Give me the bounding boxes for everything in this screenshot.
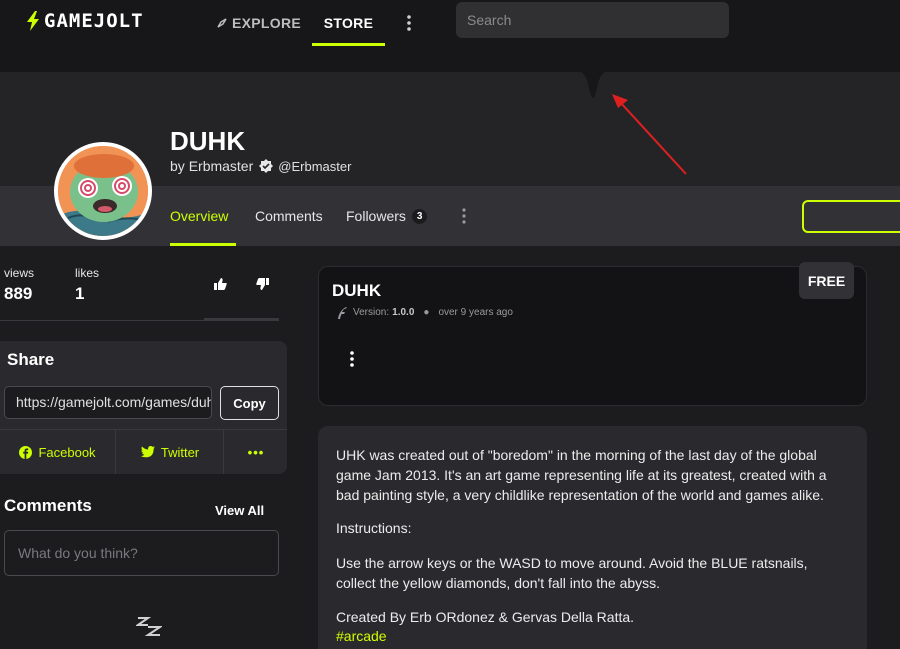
- version-value: 1.0.0: [392, 307, 415, 318]
- nav-more-button[interactable]: [403, 0, 415, 46]
- facebook-label: Facebook: [38, 444, 96, 460]
- share-title: Share: [7, 350, 55, 369]
- by-prefix: by: [170, 158, 185, 174]
- developer-name[interactable]: Erbmaster: [189, 158, 254, 174]
- sleeping-zz-icon: [136, 617, 162, 636]
- nav-explore[interactable]: EXPLORE: [216, 0, 301, 46]
- copy-button[interactable]: Copy: [220, 386, 279, 420]
- share-more-button[interactable]: •••: [225, 430, 287, 474]
- share-url-field[interactable]: https://gamejolt.com/games/duhk: [4, 386, 212, 419]
- verified-icon: [259, 159, 274, 173]
- comment-input[interactable]: [4, 530, 279, 576]
- tag-link[interactable]: #arcade: [336, 628, 387, 644]
- build-more-button[interactable]: [344, 348, 360, 370]
- share-twitter-button[interactable]: Twitter: [117, 430, 224, 474]
- dislike-button[interactable]: [248, 270, 276, 298]
- tab-followers-label: Followers: [346, 208, 406, 224]
- description-paragraph: Use the arrow keys or the WASD to move a…: [336, 555, 808, 591]
- dropdown-notch: [578, 70, 608, 98]
- build-age: over 9 years ago: [438, 307, 513, 318]
- followers-count-badge: 3: [411, 208, 428, 224]
- twitter-icon: [140, 446, 155, 458]
- nav-store[interactable]: STORE: [312, 0, 385, 46]
- game-avatar[interactable]: [54, 142, 152, 240]
- header-band: [0, 46, 900, 72]
- logo-text: GAMEJOLT: [44, 10, 144, 32]
- lightning-bolt-icon: [27, 11, 39, 31]
- version-label: Version:: [353, 307, 390, 318]
- build-meta: Version: 1.0.0 ● over 9 years ago: [336, 306, 513, 319]
- thumbs-down-icon: [255, 278, 269, 290]
- follow-button[interactable]: [802, 200, 900, 233]
- flash-icon: [338, 307, 347, 319]
- view-all-comments-link[interactable]: View All: [215, 503, 264, 518]
- gamejolt-logo[interactable]: GAMEJOLT: [26, 10, 144, 32]
- tab-comments[interactable]: Comments: [255, 186, 323, 246]
- like-button[interactable]: [206, 270, 234, 298]
- byline: by Erbmaster @Erbmaster: [170, 158, 351, 174]
- description-paragraph: Instructions:: [336, 520, 412, 536]
- vote-divider: [204, 318, 279, 320]
- thumbs-up-icon: [213, 278, 227, 290]
- tab-overview[interactable]: Overview: [170, 186, 237, 246]
- likes-label: likes: [75, 266, 100, 280]
- twitter-label: Twitter: [160, 444, 200, 460]
- tab-comments-label: Comments: [255, 208, 323, 224]
- facebook-icon: [19, 445, 33, 459]
- comments-title: Comments: [4, 496, 92, 515]
- stats-divider: [0, 320, 279, 321]
- build-card: [318, 266, 867, 406]
- compass-icon: [217, 18, 227, 28]
- share-facebook-button[interactable]: Facebook: [0, 430, 116, 474]
- duhk-character-image: [58, 146, 148, 236]
- tab-overview-label: Overview: [170, 208, 229, 224]
- views-value: 889: [4, 284, 33, 303]
- meta-separator: ●: [423, 307, 430, 318]
- vertical-dots-icon: [462, 208, 466, 224]
- game-title: DUHK: [170, 126, 246, 156]
- developer-handle[interactable]: @Erbmaster: [278, 159, 351, 174]
- price-tag: FREE: [799, 262, 854, 299]
- search-input[interactable]: [456, 2, 729, 38]
- description-paragraph: Created By Erb ORdonez & Gervas Della Ra…: [336, 609, 635, 625]
- build-title: DUHK: [332, 281, 382, 300]
- nav-explore-label: EXPLORE: [232, 15, 302, 31]
- vertical-dots-icon: [407, 15, 411, 31]
- likes-value: 1: [75, 284, 85, 303]
- tabs-more-button[interactable]: [460, 186, 468, 246]
- vertical-dots-icon: [350, 351, 354, 367]
- views-label: views: [4, 266, 35, 280]
- nav-store-label: STORE: [323, 15, 374, 31]
- description-paragraph: UHK was created out of "boredom" in the …: [336, 447, 827, 503]
- tab-followers[interactable]: Followers 3: [346, 186, 428, 246]
